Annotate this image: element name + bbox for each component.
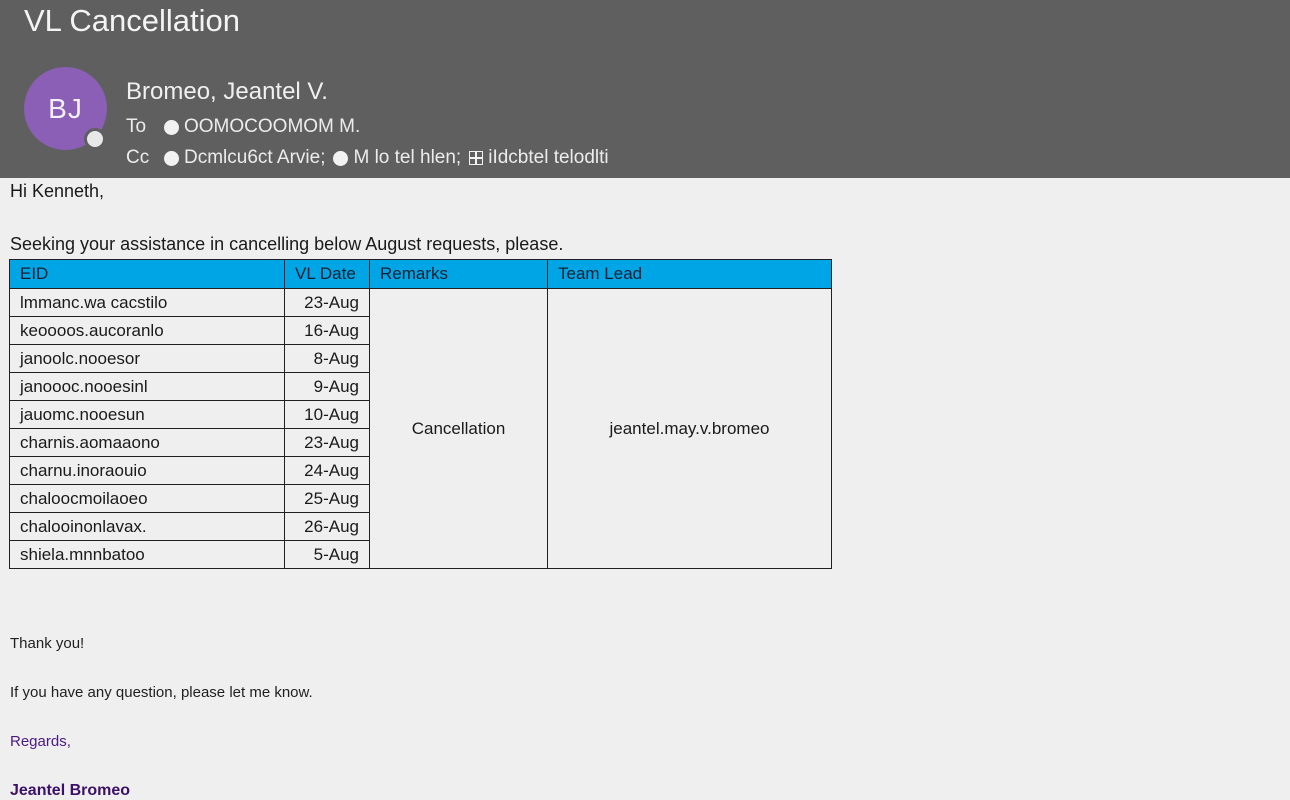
table-header-row: EID VL Date Remarks Team Lead xyxy=(9,259,832,289)
recipient-presence-icon xyxy=(333,150,349,166)
vl-date-cell: 23-Aug xyxy=(284,288,370,317)
eid-cell: lmmanc.wa cacstilo xyxy=(9,288,285,317)
recipient-presence-icon xyxy=(164,150,179,166)
greeting: Hi Kenneth, xyxy=(10,181,105,201)
vl-date-cell: 8-Aug xyxy=(284,344,370,373)
eid-cell: janoolc.nooesor xyxy=(9,344,285,373)
cc-label: Cc xyxy=(126,147,150,168)
to-row: To OOMOCOOMOM M. xyxy=(126,116,368,138)
vl-date-cell: 16-Aug xyxy=(284,316,370,345)
cc-row: Cc Dcmlcu6ct Arvie; M lo tel hlen; iIdcb… xyxy=(126,147,617,169)
vl-date-cell: 23-Aug xyxy=(284,428,370,457)
vl-date-cell: 9-Aug xyxy=(284,372,370,401)
vl-date-cell: 5-Aug xyxy=(284,540,370,569)
group-expand-icon[interactable] xyxy=(469,151,484,165)
eid-cell: chalooinonlavax. xyxy=(9,512,285,541)
column-header-vl-date: VL Date xyxy=(284,259,370,289)
eid-cell: shiela.mnnbatoo xyxy=(9,540,285,569)
intro-text: Seeking your assistance in cancelling be… xyxy=(10,234,564,254)
to-label: To xyxy=(126,116,147,137)
column-header-team-lead: Team Lead xyxy=(547,259,832,289)
presence-status-icon xyxy=(84,128,106,150)
cc-recipient[interactable]: Dcmlcu6ct Arvie; xyxy=(184,147,325,169)
to-recipient[interactable]: OOMOCOOMOM M. xyxy=(184,116,360,138)
team-lead-cell: jeantel.may.v.bromeo xyxy=(547,288,832,569)
eid-cell: chaloocmoilaoeo xyxy=(9,484,285,513)
message-header: VL Cancellation BJ Bromeo, Jeantel V. To… xyxy=(0,0,1290,178)
question-text: If you have any question, please let me … xyxy=(10,684,313,701)
vl-date-cell: 24-Aug xyxy=(284,456,370,485)
vl-date-cell: 26-Aug xyxy=(284,512,370,541)
column-header-eid: EID xyxy=(9,259,285,289)
remarks-cell: Cancellation xyxy=(369,288,548,569)
cc-recipient-group[interactable]: iIdcbtel telodlti xyxy=(488,147,608,169)
eid-cell: keoooos.aucoranlo xyxy=(9,316,285,345)
eid-cell: charnu.inoraouio xyxy=(9,456,285,485)
eid-cell: janoooc.nooesinl xyxy=(9,372,285,401)
vl-cancellation-table: EID VL Date Remarks Team Lead lmmanc.wa … xyxy=(9,259,832,569)
email-subject: VL Cancellation xyxy=(24,3,240,38)
avatar-initials: BJ xyxy=(48,92,83,124)
regards-text: Regards, xyxy=(10,733,71,750)
thanks-text: Thank you! xyxy=(10,635,85,652)
signature-name: Jeantel Bromeo xyxy=(10,782,131,799)
column-header-remarks: Remarks xyxy=(369,259,548,289)
table-row: lmmanc.wa cacstilo 23-Aug Cancellation j… xyxy=(9,288,832,569)
vl-date-cell: 25-Aug xyxy=(284,484,370,513)
cc-recipient[interactable]: M lo tel hlen; xyxy=(353,147,461,169)
sender-name[interactable]: Bromeo, Jeantel V. xyxy=(126,78,328,106)
vl-date-cell: 10-Aug xyxy=(284,400,370,429)
recipient-presence-icon xyxy=(164,119,179,135)
eid-cell: charnis.aomaaono xyxy=(9,428,285,457)
eid-cell: jauomc.nooesun xyxy=(9,400,285,429)
